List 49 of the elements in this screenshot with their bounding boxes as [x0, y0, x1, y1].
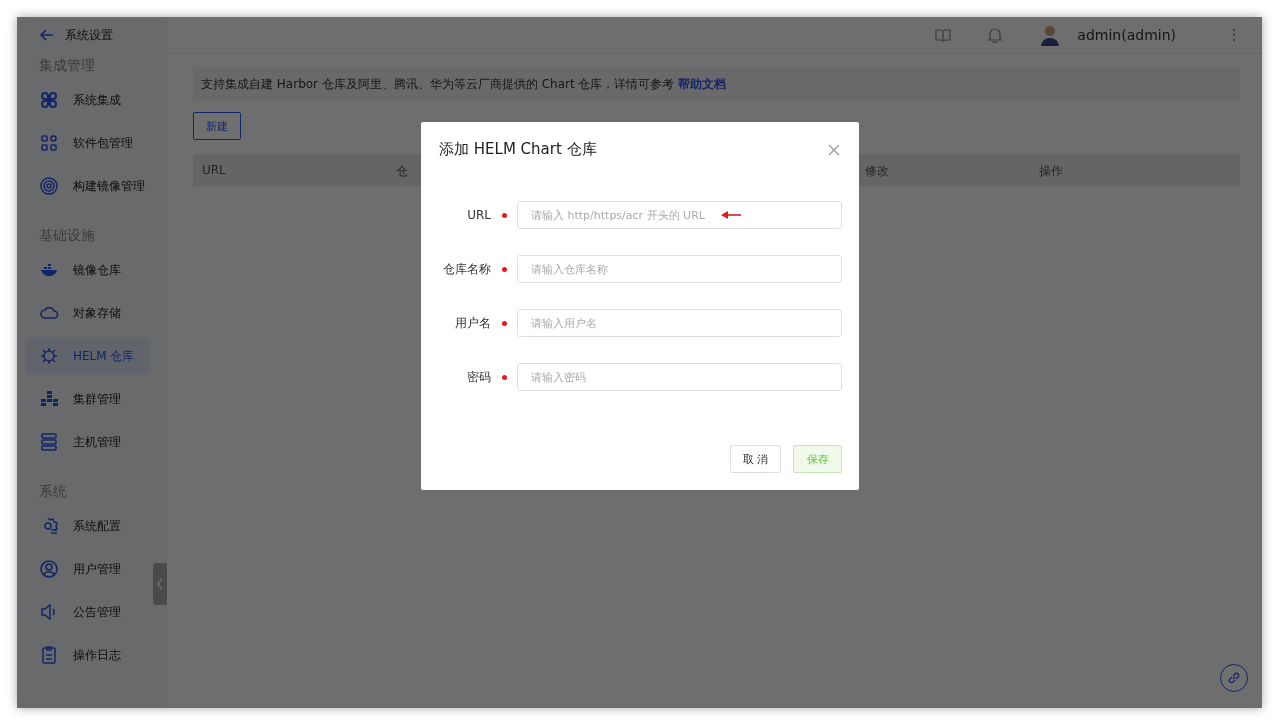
sidebar-item[interactable]: 系统配置 — [25, 507, 150, 545]
column-header: URL — [202, 163, 226, 177]
input-field[interactable]: 请输入仓库名称 — [517, 255, 842, 283]
cluster-icon — [39, 90, 59, 110]
column-header: 仓 — [396, 163, 408, 180]
sidebar-item[interactable]: 操作日志 — [25, 636, 150, 674]
collapse-handle[interactable] — [153, 563, 167, 605]
stack-icon — [39, 389, 59, 409]
input-field[interactable]: 请输入密码 — [517, 363, 842, 391]
link-button[interactable] — [1220, 664, 1248, 692]
more-icon[interactable] — [1232, 28, 1236, 42]
book-icon[interactable] — [935, 27, 952, 43]
sidebar-item[interactable]: HELM 仓库 — [25, 337, 150, 375]
sidebar-item[interactable]: 软件包管理 — [25, 124, 150, 162]
column-header: 修改 — [865, 163, 889, 180]
save-button[interactable]: 保存 — [793, 445, 842, 473]
close-icon[interactable] — [828, 143, 840, 156]
grid-icon — [39, 133, 59, 153]
input-field[interactable]: 请输入 http/https/acr 开头的 URL — [517, 201, 842, 229]
user-icon — [39, 559, 59, 579]
new-button[interactable]: 新建 — [193, 112, 241, 140]
sidebar-item[interactable]: 对象存储 — [25, 294, 150, 332]
input-field[interactable]: 请输入用户名 — [517, 309, 842, 337]
user-name[interactable]: admin(admin) — [1077, 27, 1176, 43]
avatar-icon[interactable] — [1039, 24, 1062, 46]
sidebar-item[interactable]: 用户管理 — [25, 550, 150, 588]
field-label: 仓库名称 — [442, 260, 491, 278]
field-label: 用户名 — [454, 314, 491, 332]
sidebar-item[interactable]: 镜像仓库 — [25, 251, 150, 289]
column-header: 操作 — [1039, 163, 1063, 180]
back-arrow-icon[interactable] — [39, 27, 55, 43]
sidebar-item[interactable]: 主机管理 — [25, 423, 150, 461]
link-icon — [1227, 671, 1241, 685]
bell-icon[interactable] — [987, 27, 1004, 43]
help-link[interactable]: 帮助文档 — [678, 76, 727, 91]
chevron-icon — [155, 576, 165, 592]
sidebar-title: 系统设置 — [65, 26, 113, 44]
sidebar-item[interactable]: 构建镜像管理 — [25, 167, 150, 205]
notice-text: 支持集成自建 Harbor 仓库及阿里、腾讯、华为等云厂商提供的 Chart 仓库，详情可参考 帮助文档 — [201, 75, 727, 93]
sidebar-item[interactable]: 系统集成 — [25, 81, 150, 119]
dialog-title: 添加 HELM Chart 仓库 — [439, 140, 597, 159]
sidebar-item[interactable]: 公告管理 — [25, 593, 150, 631]
server-icon — [39, 432, 59, 452]
target-icon — [39, 176, 59, 196]
field-label: 密码 — [466, 368, 491, 386]
field-label: URL — [466, 208, 491, 222]
cancel-button[interactable]: 取 消 — [730, 445, 781, 473]
clipboard-icon — [39, 645, 59, 665]
sidebar-item[interactable]: 集群管理 — [25, 380, 150, 418]
